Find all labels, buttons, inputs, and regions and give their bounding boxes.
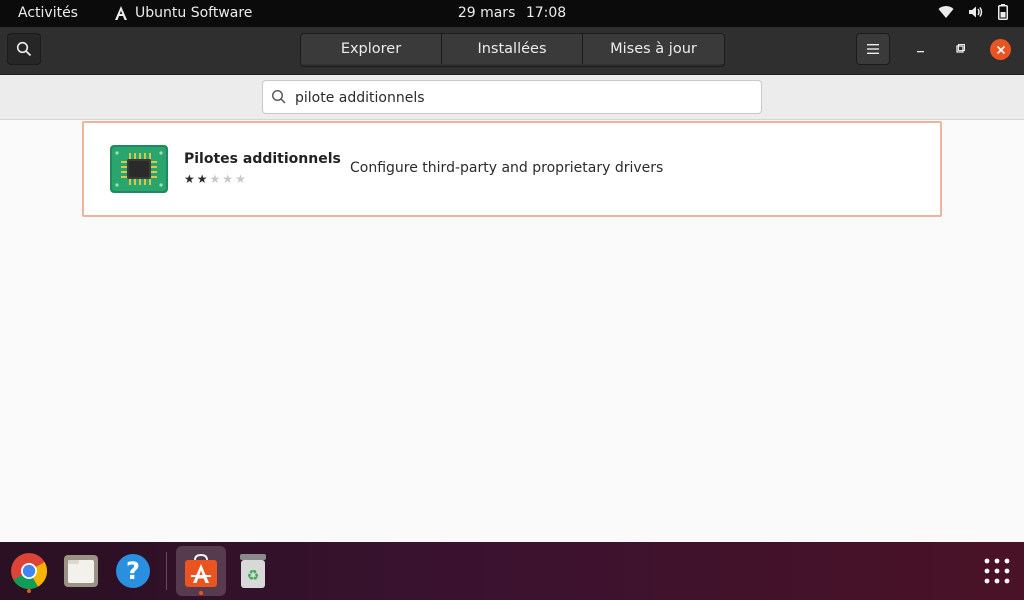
star-icon: ★ [209,172,223,186]
maximize-icon [956,44,965,53]
main-menu-button[interactable] [856,33,890,65]
dock-item-trash[interactable]: ♻ [230,548,276,594]
star-icon: ★ [196,172,210,186]
maximize-button[interactable] [951,40,969,58]
hamburger-menu-icon [867,44,879,54]
dock-separator [166,552,167,590]
search-bar [0,75,1024,120]
running-indicator [27,589,31,593]
clock[interactable]: 29 mars 17:08 [0,5,1024,21]
minimize-button[interactable] [912,40,930,58]
top-bar: Activités Ubuntu Software 29 mars 17:08 [0,0,1024,27]
dock-item-chrome[interactable] [6,548,52,594]
tab-installed[interactable]: Installées [442,34,583,64]
tab-updates[interactable]: Mises à jour [583,34,724,64]
wifi-icon [938,6,954,19]
rating-stars: ★★★★★ [184,172,248,186]
search-entry-icon [271,89,286,104]
minimize-icon [917,51,924,53]
search-entry[interactable] [262,80,762,114]
close-button[interactable] [990,39,1011,60]
running-indicator [199,591,203,595]
dock: ? ♻ [0,542,1024,600]
star-icon: ★ [235,172,248,186]
show-apps-grid-icon[interactable] [984,558,1010,584]
battery-icon [998,4,1008,20]
chip-icon [110,145,168,193]
view-switcher: Explorer Installées Mises à jour [300,33,725,67]
dock-item-ubuntu-software[interactable] [176,546,226,596]
search-icon [16,41,32,57]
result-app-description: Configure third-party and proprietary dr… [350,160,664,176]
header-bar: Explorer Installées Mises à jour [0,27,1024,75]
chrome-icon [11,553,48,590]
close-icon [996,45,1005,54]
star-icon: ★ [184,172,197,186]
svg-text:?: ? [126,557,140,585]
star-icon: ★ [222,172,236,186]
system-tray[interactable] [938,4,1008,20]
result-app-name: Pilotes additionnels [184,151,341,167]
search-toggle-button[interactable] [7,33,41,65]
dock-item-files[interactable] [58,548,104,594]
svg-text:♻: ♻ [247,568,260,584]
trash-icon: ♻ [240,554,266,588]
volume-icon [969,6,983,18]
ubuntu-software-icon [185,553,217,587]
files-icon [64,555,98,587]
search-result-card[interactable]: Pilotes additionnels ★★★★★ Configure thi… [82,121,942,217]
help-icon: ? [116,554,150,588]
clock-date: 29 mars [457,5,516,21]
search-input[interactable] [293,85,757,111]
clock-time: 17:08 [525,5,567,21]
dock-item-help[interactable]: ? [110,548,156,594]
tab-explorer[interactable]: Explorer [301,34,442,64]
